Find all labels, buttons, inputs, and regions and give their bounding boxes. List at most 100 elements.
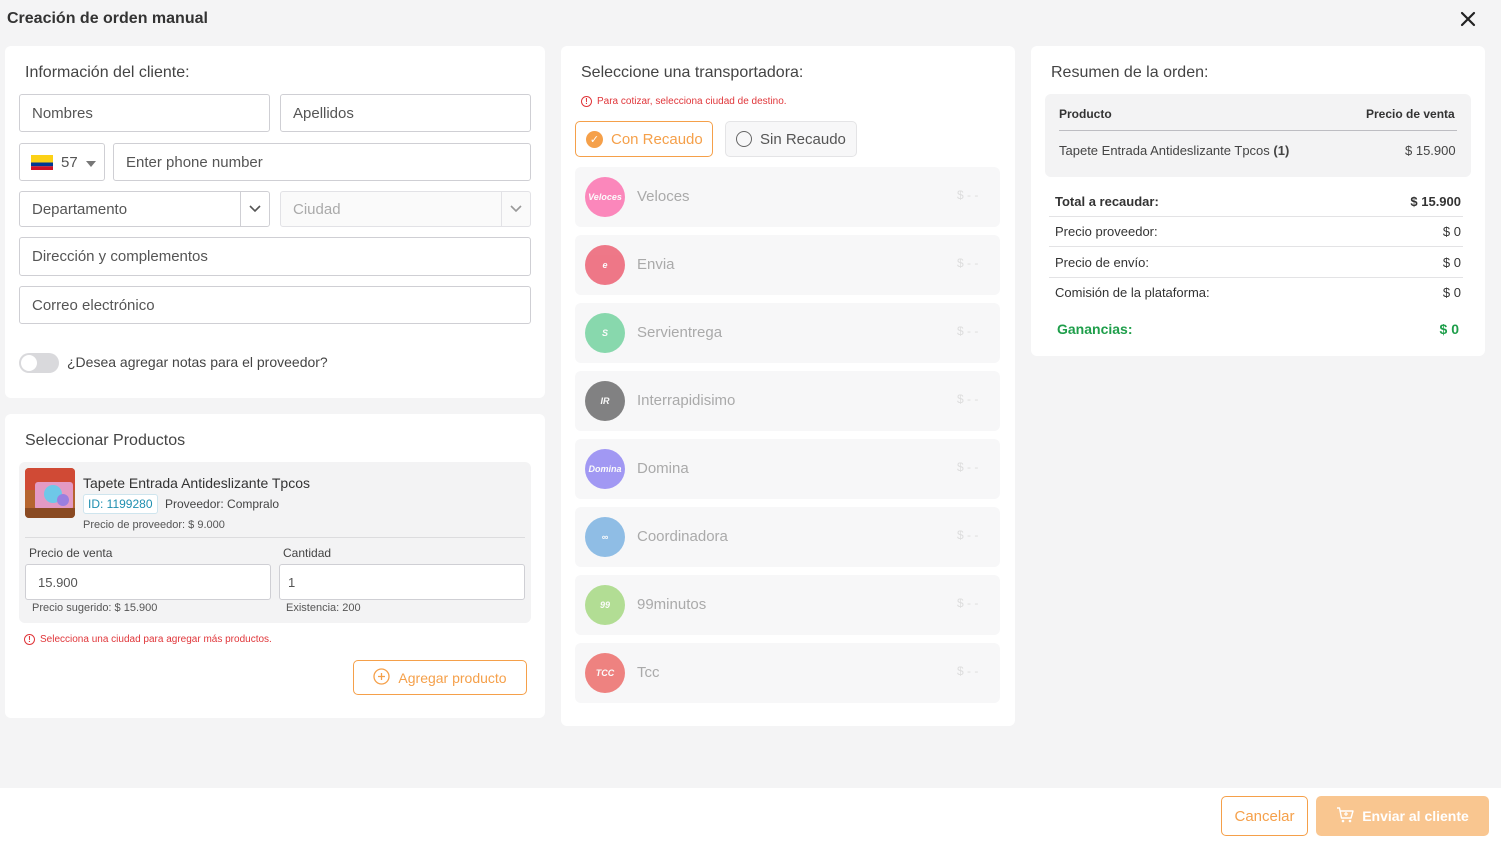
summary-commission-row: Comisión de la plataforma: $ 0 (1055, 285, 1461, 300)
alert-icon: ! (581, 96, 592, 107)
notes-toggle-label: ¿Desea agregar notas para el proveedor? (67, 354, 328, 370)
carrier-price: $ - - (957, 596, 979, 610)
carrier-name: Envia (637, 256, 675, 273)
summary-product-name: Tapete Entrada Antideslizante Tpcos (1059, 143, 1270, 158)
cancel-button[interactable]: Cancelar (1221, 796, 1308, 836)
chevron-down-icon (501, 192, 530, 226)
summary-col-product: Producto (1059, 107, 1112, 121)
carrier-option[interactable]: 99 99minutos $ - - (575, 575, 1000, 635)
colombia-flag-icon (31, 154, 53, 170)
summary-col-price: Precio de venta (1366, 107, 1455, 121)
quantity-label: Cantidad (283, 546, 332, 560)
suggested-price: Precio sugerido: $ 15.900 (32, 602, 158, 614)
carrier-price: $ - - (957, 256, 979, 270)
summary-shipping-label: Precio de envío: (1055, 255, 1149, 270)
country-code-select[interactable]: 57 (19, 143, 105, 181)
carrier-price: $ - - (957, 188, 979, 202)
city-select[interactable]: Ciudad (280, 191, 531, 227)
carrier-option[interactable]: TCC Tcc $ - - (575, 643, 1000, 703)
carrier-option[interactable]: S Servientrega $ - - (575, 303, 1000, 363)
carrier-logo-icon: ∞ (585, 517, 625, 557)
quantity-input[interactable]: 1 (279, 564, 525, 600)
department-select[interactable]: Departamento (19, 191, 270, 227)
carrier-option[interactable]: e Envia $ - - (575, 235, 1000, 295)
send-to-client-button[interactable]: Enviar al cliente (1316, 796, 1489, 836)
caret-down-icon (85, 154, 96, 171)
carrier-option[interactable]: Veloces Veloces $ - - (575, 167, 1000, 227)
summary-supplier-value: $ 0 (1442, 224, 1461, 239)
first-name-input[interactable]: Nombres (19, 94, 270, 132)
carrier-name: Domina (637, 460, 689, 477)
summary-total-row: Total a recaudar: $ 15.900 (1055, 194, 1461, 209)
summary-supplier-label: Precio proveedor: (1055, 224, 1158, 239)
summary-shipping-row: Precio de envío: $ 0 (1055, 255, 1461, 270)
product-id-badge: ID: 1199280 (83, 494, 158, 514)
client-section-title: Información del cliente: (25, 64, 190, 81)
notes-toggle[interactable] (19, 353, 59, 373)
summary-section-title: Resumen de la orden: (1051, 64, 1209, 81)
carrier-name: Tcc (637, 664, 660, 681)
divider (1059, 130, 1457, 131)
sale-price-label: Precio de venta (29, 546, 113, 560)
product-supplier: Proveedor: Compralo (165, 497, 280, 511)
carrier-price: $ - - (957, 528, 979, 542)
carrier-price: $ - - (957, 392, 979, 406)
carrier-error-text: Para cotizar, selecciona ciudad de desti… (597, 96, 787, 107)
carrier-error: ! Para cotizar, selecciona ciudad de des… (581, 96, 787, 107)
carrier-logo-icon: Domina (585, 449, 625, 489)
tab-without-collection-label: Sin Recaudo (760, 130, 846, 148)
close-icon[interactable] (1458, 9, 1478, 29)
summary-profit-label: Ganancias: (1057, 321, 1133, 337)
summary-product-price: $ 15.900 (1405, 143, 1456, 158)
modal-header: Creación de orden manual (0, 0, 1501, 40)
cart-icon (1336, 806, 1354, 826)
add-product-button[interactable]: Agregar producto (353, 660, 527, 695)
summary-profit-value: $ 0 (1439, 321, 1459, 337)
carrier-option[interactable]: IR Interrapidisimo $ - - (575, 371, 1000, 431)
divider (1049, 277, 1463, 278)
carrier-option[interactable]: Domina Domina $ - - (575, 439, 1000, 499)
divider (1049, 216, 1463, 217)
tab-with-collection[interactable]: ✓ Con Recaudo (575, 121, 713, 157)
product-supplier-price: Precio de proveedor: $ 9.000 (83, 519, 225, 531)
carrier-option[interactable]: ∞ Coordinadora $ - - (575, 507, 1000, 567)
carrier-logo-icon: 99 (585, 585, 625, 625)
summary-commission-label: Comisión de la plataforma: (1055, 285, 1210, 300)
carrier-name: Servientrega (637, 324, 723, 341)
send-to-client-label: Enviar al cliente (1362, 808, 1469, 824)
summary-total-label: Total a recaudar: (1055, 194, 1159, 209)
city-select-label: Ciudad (293, 200, 341, 218)
chevron-down-icon (240, 192, 269, 226)
carrier-logo-icon: TCC (585, 653, 625, 693)
carrier-price: $ - - (957, 324, 979, 338)
sale-price-input[interactable]: 15.900 (25, 564, 271, 600)
phone-input[interactable]: Enter phone number (113, 143, 531, 181)
summary-commission-value: $ 0 (1442, 285, 1461, 300)
stock-label: Existencia: 200 (286, 602, 361, 614)
plus-circle-icon (373, 667, 391, 688)
summary-shipping-value: $ 0 (1442, 255, 1461, 270)
carrier-name: Veloces (637, 188, 690, 205)
alert-icon: ! (24, 634, 35, 645)
department-select-label: Departamento (32, 200, 128, 218)
country-code: 57 (61, 153, 78, 171)
last-name-input[interactable]: Apellidos (280, 94, 531, 132)
carrier-price: $ - - (957, 664, 979, 678)
product-thumbnail (25, 468, 75, 518)
carrier-logo-icon: S (585, 313, 625, 353)
carrier-logo-icon: Veloces (585, 177, 625, 217)
add-product-label: Agregar producto (398, 669, 507, 686)
divider (25, 537, 525, 538)
tab-without-collection[interactable]: Sin Recaudo (725, 121, 857, 157)
carrier-logo-icon: e (585, 245, 625, 285)
products-error-text: Selecciona una ciudad para agregar más p… (40, 634, 272, 645)
email-input[interactable]: Correo electrónico (19, 286, 531, 324)
summary-supplier-row: Precio proveedor: $ 0 (1055, 224, 1461, 239)
carrier-logo-icon: IR (585, 381, 625, 421)
carrier-price: $ - - (957, 460, 979, 474)
product-name: Tapete Entrada Antideslizante Tpcos (83, 475, 311, 491)
summary-profit-row: Ganancias: $ 0 (1057, 321, 1459, 337)
carrier-name: Interrapidisimo (637, 392, 736, 409)
check-circle-icon: ✓ (586, 130, 603, 148)
address-input[interactable]: Dirección y complementos (19, 237, 531, 276)
